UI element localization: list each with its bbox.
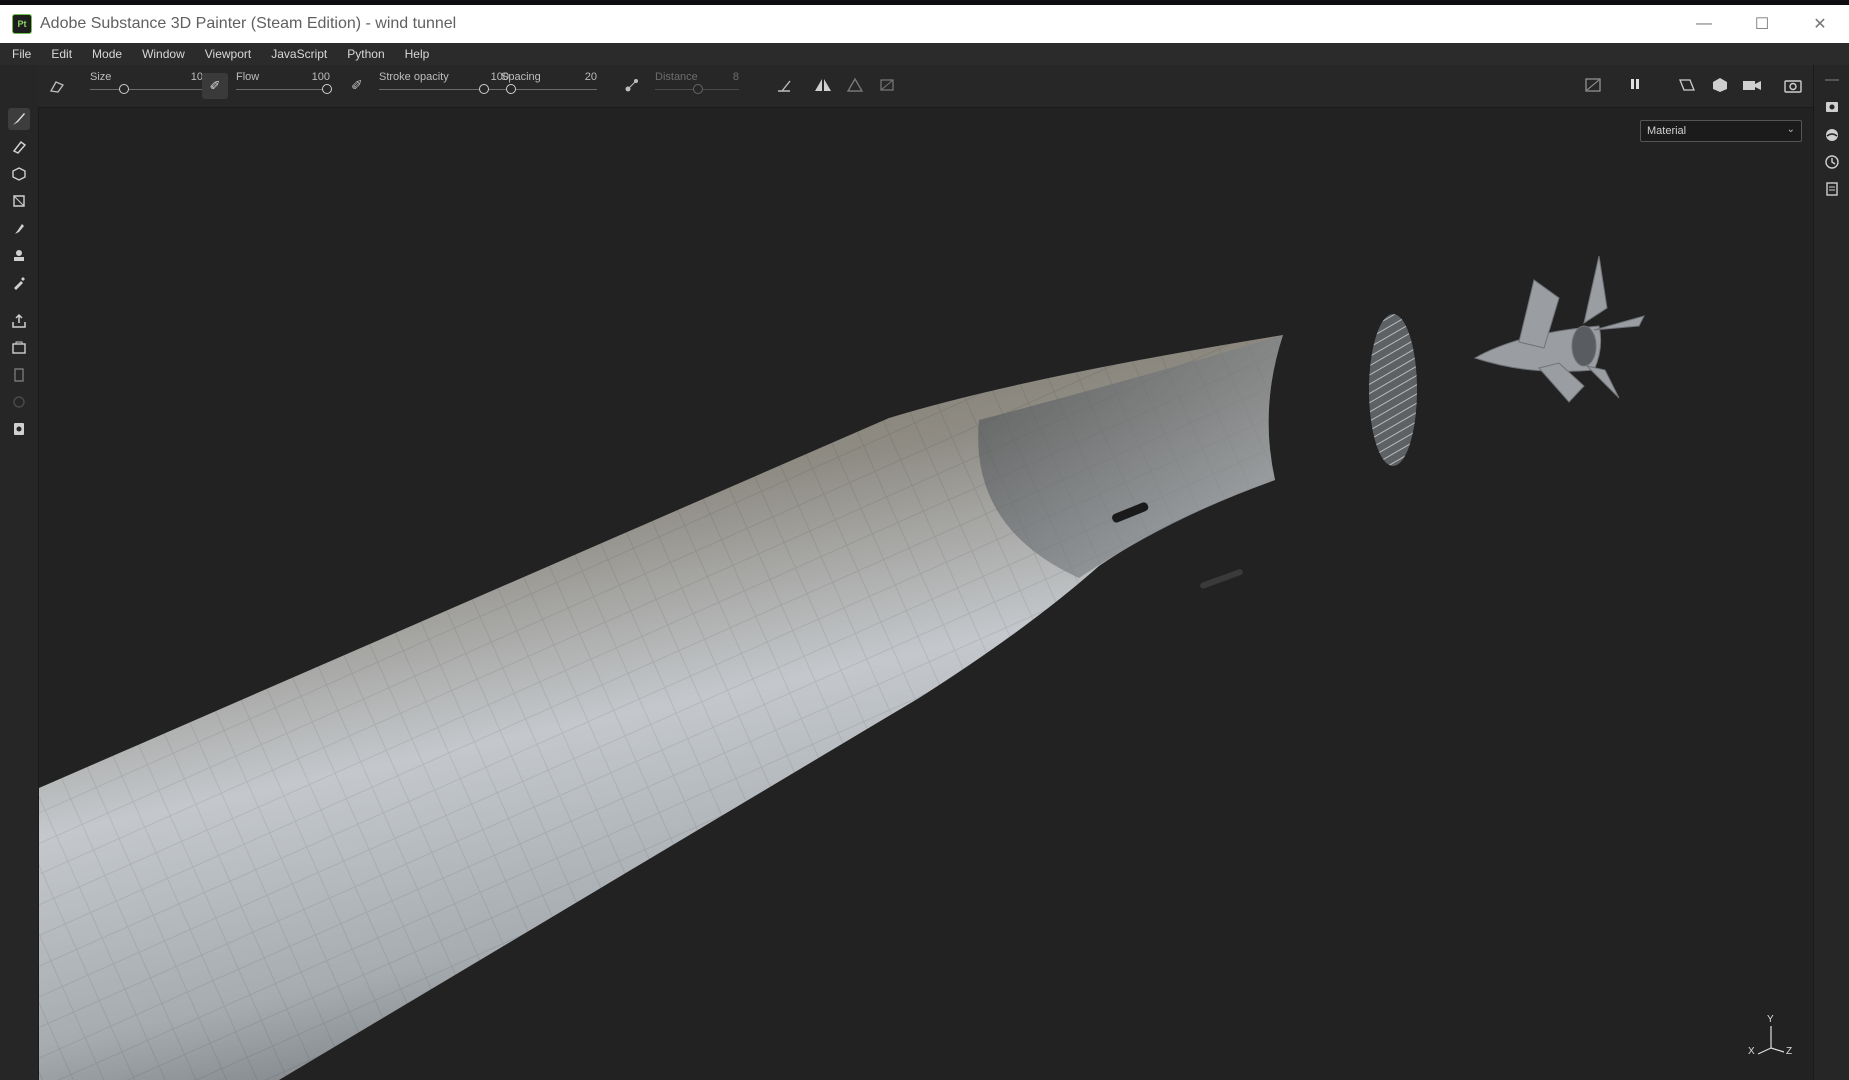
- window-controls: — ☐ ✕: [1675, 5, 1849, 43]
- menu-help[interactable]: Help: [395, 47, 440, 61]
- stroke-pen-icon[interactable]: ✐: [351, 77, 363, 94]
- title-bar: Pt Adobe Substance 3D Painter (Steam Edi…: [0, 5, 1849, 43]
- projection-icon[interactable]: [8, 163, 30, 185]
- axis-gizmo: Y X Z: [1746, 1014, 1796, 1058]
- transform-icon[interactable]: [878, 77, 896, 96]
- history-icon[interactable]: [1822, 152, 1842, 172]
- pause-icon[interactable]: [1628, 77, 1642, 94]
- channel-dropdown-value: Material: [1647, 125, 1687, 137]
- spacing-slider-handle[interactable]: [506, 84, 516, 94]
- axis-y-label: Y: [1767, 1014, 1774, 1025]
- smudge-icon[interactable]: [8, 218, 30, 240]
- stroke-opacity-label: Stroke opacity: [379, 71, 449, 83]
- shader-settings-icon[interactable]: [1822, 97, 1842, 117]
- environment-icon[interactable]: [1822, 125, 1842, 145]
- lazy-mouse-icon[interactable]: [624, 77, 640, 96]
- brush-preset-icon[interactable]: [48, 77, 66, 98]
- size-slider-handle[interactable]: [119, 84, 129, 94]
- bake-icon[interactable]: [8, 337, 30, 359]
- menu-javascript[interactable]: JavaScript: [261, 47, 337, 61]
- spacing-value[interactable]: 20: [572, 71, 597, 83]
- spacing-label: Spacing: [501, 71, 541, 83]
- size-slider-track[interactable]: [90, 89, 202, 90]
- left-toolbar: [0, 65, 39, 1080]
- flow-toggle-icon[interactable]: ✐: [202, 73, 228, 99]
- wind-tunnel-model: [39, 255, 1645, 1080]
- display-settings-icon[interactable]: [8, 418, 30, 440]
- distance-label: Distance: [655, 71, 698, 83]
- menu-file[interactable]: File: [0, 47, 41, 61]
- menu-edit[interactable]: Edit: [41, 47, 82, 61]
- chevron-down-icon: ⌄: [1786, 124, 1795, 135]
- menu-bar: File Edit Mode Window Viewport JavaScrip…: [0, 43, 1849, 65]
- axis-x-label: X: [1748, 1046, 1755, 1057]
- view-3d-icon[interactable]: [1711, 77, 1729, 96]
- channel-dropdown[interactable]: Material ⌄: [1640, 120, 1802, 142]
- app-icon: Pt: [12, 14, 32, 34]
- window-title: Adobe Substance 3D Painter (Steam Editio…: [40, 15, 457, 32]
- hide-icon[interactable]: [1584, 77, 1602, 96]
- texture-set-icon[interactable]: [8, 364, 30, 386]
- paint-brush-icon[interactable]: [8, 108, 30, 130]
- minimize-button[interactable]: —: [1675, 5, 1733, 43]
- menu-python[interactable]: Python: [337, 47, 394, 61]
- stroke-opacity-slider-track[interactable]: [379, 89, 509, 90]
- disabled-tool-icon: [8, 391, 30, 413]
- tool-properties-bar: Size 10 ✐ Flow 100 ✐ Stroke opacity 100 …: [38, 65, 1814, 108]
- size-label: Size: [90, 71, 112, 83]
- maximize-button[interactable]: ☐: [1733, 5, 1791, 43]
- alignment-icon[interactable]: [776, 77, 794, 96]
- distance-slider-handle: [693, 84, 703, 94]
- view-2d-icon[interactable]: [1678, 77, 1696, 96]
- stroke-opacity-slider-handle[interactable]: [479, 84, 489, 94]
- right-panel-bar: [1813, 65, 1849, 1080]
- menu-viewport[interactable]: Viewport: [195, 47, 261, 61]
- export-icon[interactable]: [8, 310, 30, 332]
- app-window: Pt Adobe Substance 3D Painter (Steam Edi…: [0, 5, 1849, 1080]
- flow-label: Flow: [236, 71, 260, 83]
- size-value[interactable]: 10: [178, 71, 203, 83]
- polygon-fill-icon[interactable]: [8, 190, 30, 212]
- axis-z-label: Z: [1786, 1046, 1793, 1057]
- symmetry-icon[interactable]: [814, 77, 832, 96]
- distance-value: 8: [732, 71, 739, 83]
- color-picker-icon[interactable]: [8, 272, 30, 294]
- clone-stamp-icon[interactable]: [8, 245, 30, 267]
- screenshot-camera-icon[interactable]: [1784, 77, 1802, 96]
- menu-mode[interactable]: Mode: [82, 47, 132, 61]
- camera-video-icon[interactable]: [1742, 77, 1762, 96]
- flow-value[interactable]: 100: [305, 71, 330, 83]
- grip-icon: [1822, 71, 1842, 91]
- flow-slider-handle[interactable]: [322, 84, 332, 94]
- menu-window[interactable]: Window: [132, 47, 195, 61]
- symmetry-radial-icon[interactable]: [846, 77, 864, 96]
- 3d-viewport[interactable]: Material ⌄ Y X Z: [39, 108, 1814, 1080]
- eraser-icon[interactable]: [8, 136, 30, 158]
- close-button[interactable]: ✕: [1791, 5, 1849, 43]
- log-icon[interactable]: [1822, 179, 1842, 199]
- flow-slider-track[interactable]: [236, 89, 330, 90]
